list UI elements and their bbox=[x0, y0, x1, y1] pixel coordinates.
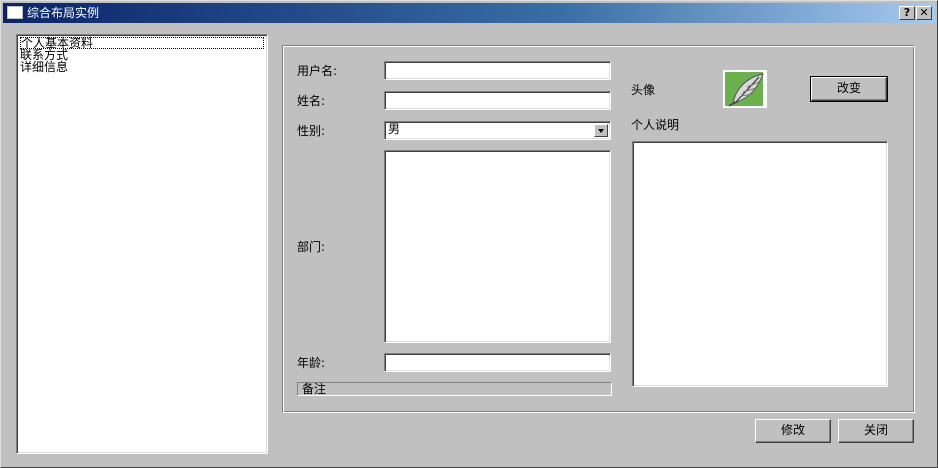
close-button[interactable]: 关闭 bbox=[838, 419, 914, 443]
name-input[interactable] bbox=[384, 91, 611, 110]
chevron-down-icon[interactable] bbox=[594, 124, 608, 137]
window-icon bbox=[7, 6, 23, 19]
nav-item-details[interactable]: 详细信息 bbox=[20, 61, 68, 73]
age-label: 年龄: bbox=[297, 356, 326, 370]
username-input[interactable] bbox=[384, 61, 611, 80]
bio-label: 个人说明 bbox=[631, 118, 680, 132]
gender-select-value: 男 bbox=[388, 122, 401, 136]
help-button[interactable]: ? bbox=[899, 6, 915, 20]
remark-label: 备注 bbox=[302, 382, 327, 396]
close-window-button[interactable]: ✕ bbox=[916, 6, 932, 20]
gender-label: 性别: bbox=[297, 124, 326, 138]
feather-icon bbox=[723, 70, 767, 108]
nav-list[interactable]: 个人基本资料 联系方式 详细信息 bbox=[16, 34, 268, 454]
bio-textarea[interactable] bbox=[632, 141, 888, 387]
username-label: 用户名: bbox=[297, 64, 338, 78]
remark-frame: 备注 bbox=[297, 382, 612, 396]
department-label: 部门: bbox=[297, 240, 326, 254]
change-avatar-button[interactable]: 改变 bbox=[810, 76, 888, 102]
gender-select[interactable]: 男 bbox=[384, 121, 611, 140]
age-input[interactable] bbox=[384, 353, 611, 372]
department-list[interactable] bbox=[384, 150, 611, 343]
window-title: 综合布局实例 bbox=[27, 6, 100, 20]
name-label: 姓名: bbox=[297, 94, 326, 108]
avatar-label: 头像 bbox=[631, 83, 656, 97]
modify-button[interactable]: 修改 bbox=[755, 419, 831, 443]
title-bar[interactable]: 综合布局实例 ? ✕ bbox=[3, 3, 935, 23]
main-window: 综合布局实例 ? ✕ 个人基本资料 联系方式 详细信息 用户名: 姓名: 性别:… bbox=[0, 0, 938, 468]
